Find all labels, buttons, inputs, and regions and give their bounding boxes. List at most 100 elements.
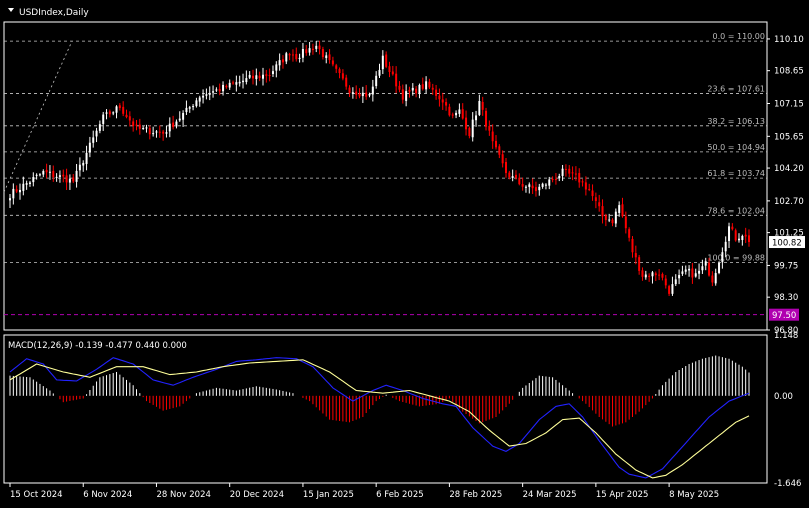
candle-bear <box>508 172 511 178</box>
y-tick-label: 108.65 <box>774 67 804 77</box>
candle-bear <box>321 48 324 58</box>
candle-bull <box>538 186 541 191</box>
candle-bull <box>674 279 677 285</box>
candle-bear <box>661 273 664 278</box>
candle-bear <box>731 226 734 230</box>
candle-bear <box>415 88 418 94</box>
candle-bear <box>401 89 404 100</box>
candle-bull <box>248 74 251 78</box>
candle-bull <box>694 273 697 277</box>
candle-bull <box>301 49 304 58</box>
candle-bull <box>178 118 181 121</box>
candle-bear <box>708 262 711 276</box>
candle-bull <box>375 75 378 87</box>
candle-bear <box>345 77 348 87</box>
candle-bull <box>275 64 278 71</box>
candle-bull <box>105 112 108 114</box>
usdindex-daily-chart[interactable]: 0.0 = 110.00 23.6 = 107.61 38.2 = 106.13 50… <box>0 0 809 504</box>
macd-label: MACD(12,26,9) -0.139 -0.477 0.440 0.000 <box>8 341 187 351</box>
candle-bull <box>371 86 374 95</box>
candle-bear <box>631 238 634 253</box>
candle-bear <box>588 188 591 190</box>
candle-bear <box>604 215 607 221</box>
candle-bear <box>172 122 175 128</box>
candle-bear <box>638 257 641 271</box>
candle-bear <box>514 174 517 178</box>
candle-bull <box>425 81 428 90</box>
x-tick-label: 8 May 2025 <box>669 490 719 500</box>
candle-bear <box>125 114 128 118</box>
candle-bear <box>52 170 55 178</box>
candle-bear <box>451 114 454 116</box>
candle-bull <box>235 82 238 85</box>
candle-bull <box>12 188 15 199</box>
candle-bull <box>704 261 707 266</box>
candle-bear <box>564 168 567 170</box>
candle-bear <box>438 95 441 100</box>
candle-bear <box>711 275 714 283</box>
candle-bear <box>521 184 524 187</box>
candle-bull <box>724 241 727 252</box>
candle-bull <box>261 74 264 79</box>
candle-bear <box>531 185 534 189</box>
candle-bear <box>268 74 271 76</box>
candle-bull <box>202 95 205 98</box>
candle-bear <box>691 268 694 278</box>
candle-bull <box>182 113 185 120</box>
candle-bear <box>465 117 468 130</box>
candle-bear <box>584 182 587 190</box>
candle-bull <box>325 55 328 59</box>
candle-bear <box>118 105 121 109</box>
y-tick-label: 104.20 <box>774 164 804 174</box>
candle-bear <box>551 179 554 181</box>
candle-bull <box>714 273 717 284</box>
candle-bull <box>198 97 201 102</box>
candle-bull <box>155 131 158 133</box>
triangle-down-icon[interactable] <box>8 8 14 12</box>
candle-bear <box>554 179 557 181</box>
macd-y-tick-label: 0.00 <box>774 392 793 402</box>
x-tick-label: 6 Feb 2025 <box>376 490 424 500</box>
candle-bear <box>658 274 661 276</box>
candle-bear <box>72 177 75 182</box>
candle-bull <box>475 115 478 121</box>
candle-bull <box>245 78 248 83</box>
candle-bull <box>255 75 258 80</box>
candle-bear <box>648 275 651 277</box>
candle-bull <box>511 176 514 178</box>
fib-level-label: 0.0 = 110.00 <box>712 32 765 41</box>
candle-bear <box>388 66 391 73</box>
candle-bull <box>78 164 81 171</box>
candle-bear <box>485 110 488 127</box>
candle-bull <box>192 106 195 108</box>
candle-bear <box>341 73 344 79</box>
candle-bear <box>601 206 604 217</box>
candle-bear <box>435 89 438 96</box>
candle-bull <box>35 174 38 176</box>
candle-bear <box>138 124 141 129</box>
macd-panel-border <box>3 334 768 484</box>
candle-bear <box>122 106 125 114</box>
candle-bull <box>405 91 408 101</box>
candle-bear <box>744 234 747 237</box>
candle-bull <box>58 175 61 177</box>
candle-bear <box>365 92 368 97</box>
candle-bear <box>598 202 601 207</box>
candle-bull <box>222 84 225 92</box>
candle-bull <box>228 82 231 88</box>
candle-bull <box>544 184 547 186</box>
candle-bear <box>591 190 594 197</box>
candle-bull <box>271 71 274 75</box>
candle-bull <box>688 268 691 271</box>
candle-bear <box>668 286 671 294</box>
y-tick-label: 105.65 <box>774 132 804 142</box>
candle-bear <box>311 48 314 51</box>
candle-bull <box>618 205 621 213</box>
candle-bear <box>15 189 18 192</box>
candle-bull <box>28 182 31 184</box>
candle-bull <box>698 270 701 274</box>
candle-bear <box>611 219 614 224</box>
candle-bear <box>634 253 637 258</box>
candle-bear <box>461 109 464 119</box>
candle-bull <box>471 119 474 138</box>
